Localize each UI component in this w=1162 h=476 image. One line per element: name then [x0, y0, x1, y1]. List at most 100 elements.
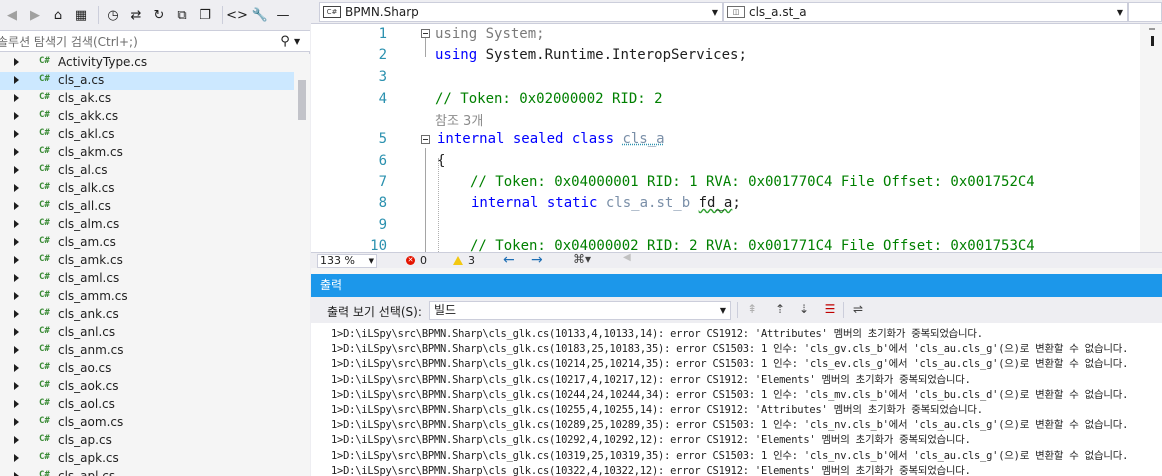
scrollbar-thumb[interactable] [298, 80, 306, 120]
solution-tree-item[interactable]: C# cls_am.cs [0, 234, 294, 252]
search-icon[interactable]: ⚲ [276, 34, 294, 49]
project-dropdown[interactable]: C# BPMN.Sharp ▼ [319, 2, 723, 22]
expand-arrow-icon[interactable] [14, 94, 19, 102]
find-message-icon[interactable]: ⇞ [743, 302, 761, 318]
solution-tree-item[interactable]: C# cls_a.cs [0, 72, 294, 90]
warning-count[interactable]: 3 [453, 254, 475, 267]
view-code-icon[interactable]: <> [226, 5, 248, 25]
solution-explorer-search[interactable]: 솔루션 탐색기 검색(Ctrl+;) ⚲ ▼ [0, 30, 310, 52]
expand-arrow-icon[interactable] [14, 112, 19, 120]
properties-wrench-icon[interactable]: 🔧 [250, 5, 270, 25]
solution-tree-item-label: cls_akl.cs [58, 127, 115, 141]
show-output-from-dropdown[interactable]: 빌드 ▼ [429, 301, 731, 320]
visual-studio-window: ◀ ▶ ⌂ ▦ ◷ ⇄ ↻ ⧉ ❐ <> 🔧 — 솔루션 탐색기 검색(Ctrl… [0, 0, 1162, 476]
chevron-down-icon[interactable]: ▼ [369, 255, 374, 267]
collapse-all-icon[interactable]: ⧉ [172, 5, 192, 25]
toggle-word-wrap-icon[interactable]: ⇌ [849, 302, 867, 318]
editor-scrollbar[interactable] [1140, 24, 1162, 252]
expand-arrow-icon[interactable] [14, 328, 19, 336]
expand-arrow-icon[interactable] [14, 472, 19, 476]
expand-arrow-icon[interactable] [14, 238, 19, 246]
refresh-icon[interactable]: ↻ [149, 5, 169, 25]
home-icon[interactable]: ⌂ [48, 5, 68, 25]
overflow-icon[interactable]: — [273, 5, 293, 25]
expand-arrow-icon[interactable] [14, 166, 19, 174]
zoom-dropdown[interactable]: 133 % ▼ [317, 254, 377, 268]
line-number: 4 [378, 91, 387, 107]
codelens-references[interactable]: 참조 3개 [435, 110, 483, 129]
show-all-files-icon[interactable]: ❐ [195, 5, 215, 25]
solution-tree-item[interactable]: C# cls_amm.cs [0, 288, 294, 306]
switch-views-icon[interactable]: ▦ [71, 5, 91, 25]
solution-tree-item[interactable]: C# cls_ank.cs [0, 306, 294, 324]
expand-arrow-icon[interactable] [14, 202, 19, 210]
expand-arrow-icon[interactable] [14, 418, 19, 426]
expand-arrow-icon[interactable] [14, 184, 19, 192]
solution-tree-item[interactable]: C# cls_all.cs [0, 198, 294, 216]
csharp-file-icon: C# [39, 74, 50, 84]
third-dropdown[interactable] [1128, 2, 1162, 22]
chevron-down-icon[interactable]: ▼ [708, 8, 722, 17]
expand-arrow-icon[interactable] [14, 436, 19, 444]
expand-arrow-icon[interactable] [14, 292, 19, 300]
expand-arrow-icon[interactable] [14, 220, 19, 228]
collapse-icon[interactable] [421, 29, 430, 38]
collapse-icon[interactable] [421, 135, 430, 144]
pending-changes-filter-icon[interactable]: ◷ [103, 5, 123, 25]
solution-tree-item[interactable]: C# cls_ak.cs [0, 90, 294, 108]
next-message-icon[interactable]: ⇣ [795, 302, 813, 318]
chevron-down-icon[interactable]: ▼ [720, 302, 726, 319]
scrollbar-thumb[interactable] [1151, 36, 1154, 46]
expand-arrow-icon[interactable] [14, 256, 19, 264]
expand-arrow-icon[interactable] [14, 148, 19, 156]
solution-tree-item[interactable]: C# cls_akk.cs [0, 108, 294, 126]
code-text: ; [732, 195, 741, 211]
solution-tree-item[interactable]: C# ActivityType.cs [0, 54, 294, 72]
clear-all-icon[interactable]: ☰ [821, 302, 839, 318]
solution-tree-item[interactable]: C# cls_akm.cs [0, 144, 294, 162]
solution-tree-item[interactable]: C# cls_apk.cs [0, 450, 294, 468]
expand-arrow-icon[interactable] [14, 382, 19, 390]
back-icon[interactable]: ◀ [2, 5, 22, 25]
previous-issue-icon[interactable]: ← [503, 252, 515, 268]
solution-tree-item[interactable]: C# cls_amk.cs [0, 252, 294, 270]
solution-tree-item[interactable]: C# cls_anm.cs [0, 342, 294, 360]
expand-arrow-icon[interactable] [14, 76, 19, 84]
expand-arrow-icon[interactable] [14, 346, 19, 354]
scroll-left-icon[interactable]: ◀ [623, 252, 631, 263]
sync-icon[interactable]: ⇄ [126, 5, 146, 25]
solution-tree-item[interactable]: C# cls_ap.cs [0, 432, 294, 450]
output-text-area[interactable]: 1>D:\iLSpy\src\BPMN.Sharp\cls_glk.cs(101… [311, 323, 1162, 476]
solution-tree-item[interactable]: C# cls_aml.cs [0, 270, 294, 288]
output-panel-title[interactable]: 출력 [311, 274, 1162, 297]
member-dropdown[interactable]: ◫ cls_a.st_a ▼ [723, 2, 1128, 22]
expand-arrow-icon[interactable] [14, 454, 19, 462]
solution-tree-item[interactable]: C# cls_akl.cs [0, 126, 294, 144]
expand-arrow-icon[interactable] [14, 58, 19, 66]
forward-icon[interactable]: ▶ [25, 5, 45, 25]
solution-tree-item-label: cls_apl.cs [58, 469, 116, 476]
expand-arrow-icon[interactable] [14, 274, 19, 282]
expand-arrow-icon[interactable] [14, 364, 19, 372]
solution-tree-item[interactable]: C# cls_aok.cs [0, 378, 294, 396]
solution-tree-item[interactable]: C# cls_aol.cs [0, 396, 294, 414]
solution-tree-item[interactable]: C# cls_anl.cs [0, 324, 294, 342]
code-cleanup-icon[interactable]: ⌘▾ [573, 252, 591, 266]
expand-arrow-icon[interactable] [14, 130, 19, 138]
expand-arrow-icon[interactable] [14, 400, 19, 408]
code-area[interactable]: 1 using System; 2 using System.Runtime.I… [311, 24, 1162, 252]
previous-message-icon[interactable]: ⇡ [771, 302, 789, 318]
solution-tree-item[interactable]: C# cls_aom.cs [0, 414, 294, 432]
chevron-down-icon[interactable]: ▼ [294, 37, 304, 46]
solution-tree-item[interactable]: C# cls_alk.cs [0, 180, 294, 198]
error-count[interactable]: ✕ 0 [406, 254, 427, 267]
search-input[interactable]: 솔루션 탐색기 검색(Ctrl+;) [0, 33, 276, 50]
solution-tree-item[interactable]: C# cls_apl.cs [0, 468, 294, 476]
solution-explorer-scrollbar[interactable] [294, 54, 310, 476]
next-issue-icon[interactable]: → [531, 252, 543, 268]
solution-tree-item[interactable]: C# cls_ao.cs [0, 360, 294, 378]
expand-arrow-icon[interactable] [14, 310, 19, 318]
solution-tree-item[interactable]: C# cls_al.cs [0, 162, 294, 180]
solution-tree-item[interactable]: C# cls_alm.cs [0, 216, 294, 234]
chevron-down-icon[interactable]: ▼ [1113, 8, 1127, 17]
